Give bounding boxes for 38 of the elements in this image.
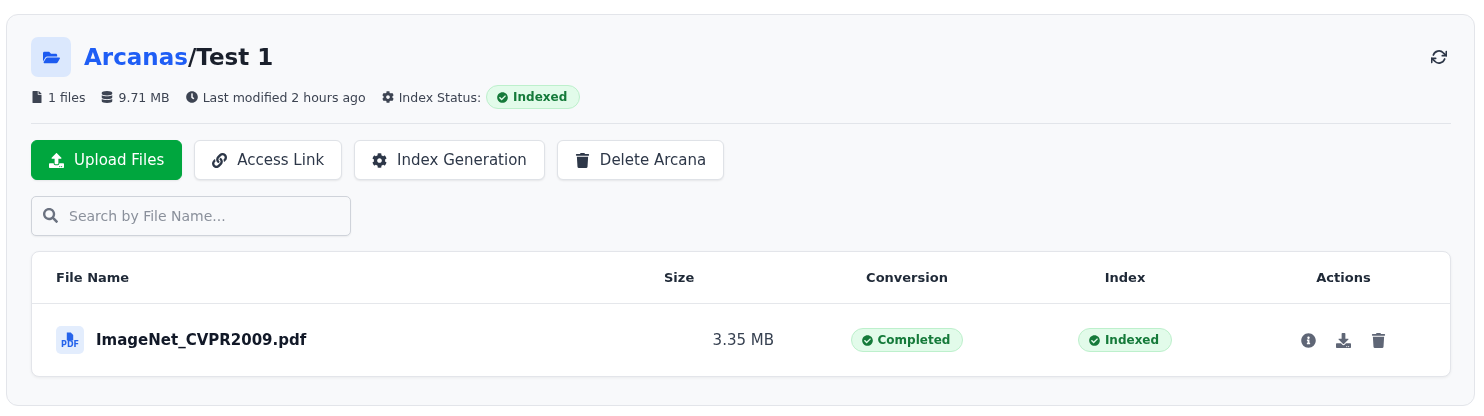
file-name: ImageNet_CVPR2009.pdf: [96, 331, 307, 349]
link-button[interactable]: Access Link: [194, 140, 343, 180]
status-badge: Indexed: [1077, 328, 1173, 352]
check-icon: [497, 91, 509, 103]
column-header: Size: [663, 270, 696, 285]
file-icon: [31, 91, 43, 103]
storage-icon: [101, 91, 114, 103]
trash-icon: [574, 152, 590, 168]
upload-icon: [49, 152, 64, 168]
column-header: Conversion: [865, 270, 949, 285]
meta-text: Last modified 2 hours ago: [202, 89, 366, 105]
gear-button[interactable]: Index Generation: [354, 140, 545, 180]
breadcrumb-link[interactable]: Arcanas: [84, 44, 188, 70]
pdf-file-icon: PDF: [56, 326, 84, 354]
delete-button[interactable]: [1371, 332, 1386, 348]
info-button[interactable]: [1301, 332, 1316, 348]
column-header: Actions: [1315, 270, 1372, 285]
column-header: Index: [1103, 270, 1147, 285]
clock-icon: [185, 91, 198, 103]
folder-icon: [31, 37, 71, 77]
search-field[interactable]: Search by File Name...: [31, 196, 351, 236]
breadcrumb-separator: /: [187, 44, 197, 70]
meta-text: 9.71 MB: [118, 89, 170, 105]
gear-icon: [372, 152, 388, 168]
download-button[interactable]: [1336, 332, 1351, 348]
check-icon: [861, 334, 873, 346]
page-title: Test 1: [196, 44, 274, 70]
file-size: 3.35 MB: [711, 331, 775, 349]
trash-button[interactable]: Delete Arcana: [556, 140, 725, 180]
link-icon: [212, 152, 228, 168]
meta-text: Index Status:: [398, 89, 482, 105]
check-icon: [1088, 334, 1100, 346]
search-icon: [43, 208, 58, 223]
status-badge: Completed: [850, 328, 964, 352]
gear-icon: [381, 91, 394, 103]
status-badge: Indexed: [486, 85, 581, 109]
meta-text: 1 files: [48, 89, 86, 105]
column-header: File Name: [55, 270, 131, 285]
